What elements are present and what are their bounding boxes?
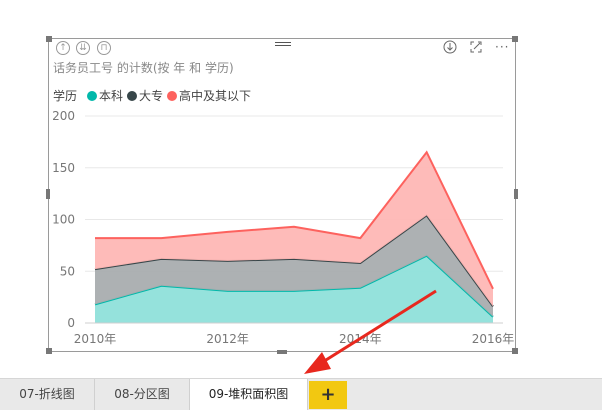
chart-visual-container[interactable]: ↑ ⇊ ⊓ ··· 话务员工号 的计数(按 年 和 学历) 学历 本科 大专 高…	[46, 36, 518, 354]
y-tick-label: 150	[52, 161, 75, 175]
y-tick-label: 50	[60, 264, 75, 278]
x-tick-label: 2012年	[206, 332, 249, 346]
x-tick-label: 2014年	[339, 332, 382, 346]
annotation-arrow-head	[304, 352, 331, 374]
y-tick-label: 200	[52, 109, 75, 123]
x-tick-label: 2010年	[74, 332, 117, 346]
add-page-button[interactable]: +	[309, 381, 347, 409]
x-tick-label: 2016年	[472, 332, 515, 346]
page-tab-bar: 07-折线图 08-分区图 09-堆积面积图 +	[0, 378, 602, 410]
y-tick-label: 100	[52, 213, 75, 227]
tab-07-line-chart[interactable]: 07-折线图	[0, 379, 95, 410]
y-tick-label: 0	[67, 316, 75, 330]
tab-08-area-chart[interactable]: 08-分区图	[95, 379, 190, 410]
chart-plot-area[interactable]: 0 50 100 150 200 2010年 2012年 2014年 2016年	[49, 39, 515, 351]
tab-09-stacked-area-chart[interactable]: 09-堆积面积图	[190, 379, 308, 410]
